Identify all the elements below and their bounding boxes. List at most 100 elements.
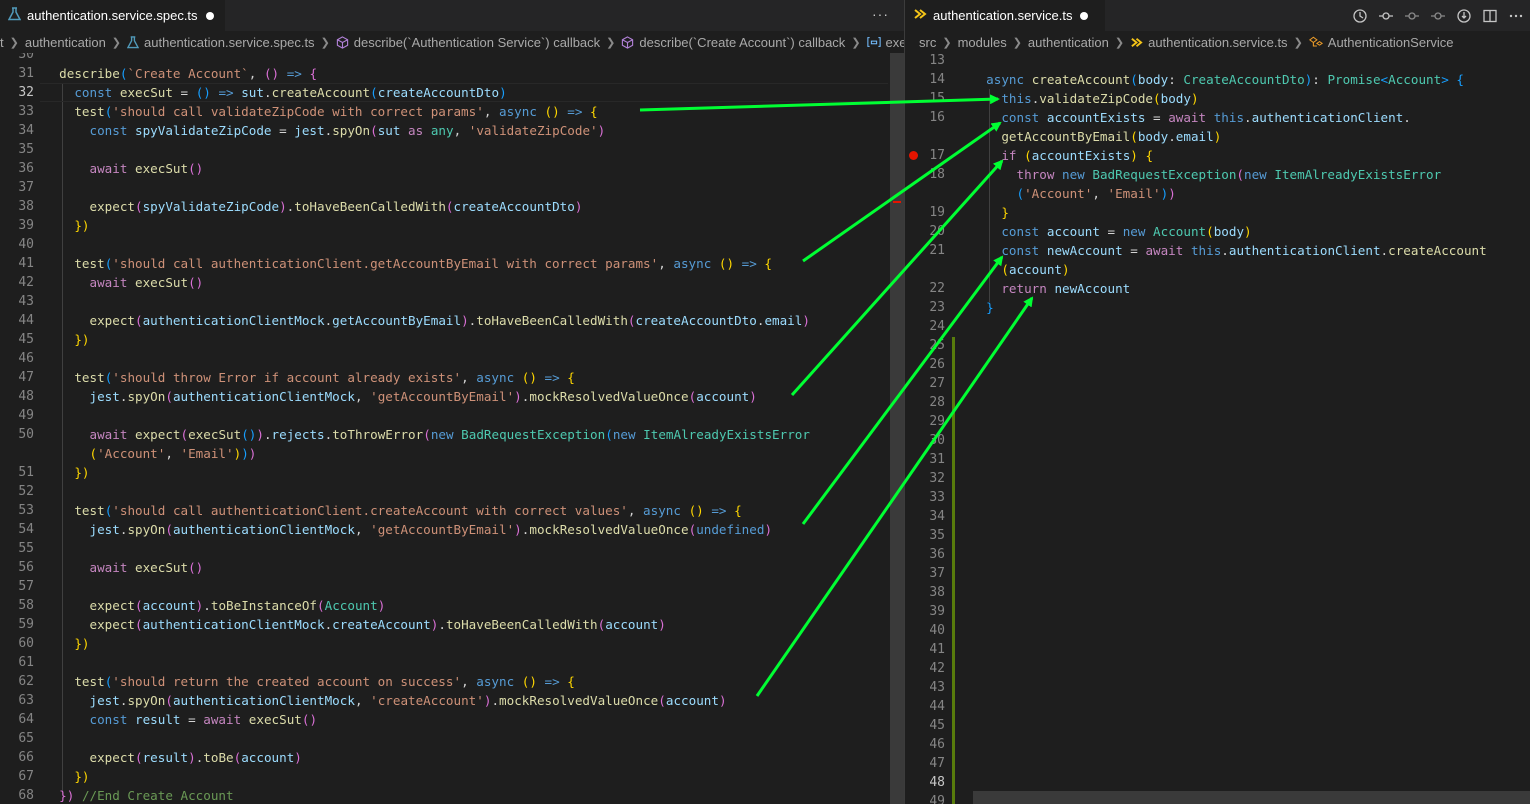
code-line[interactable]: expect(spyValidateZipCode).toHaveBeenCal… (44, 197, 583, 216)
code-token: jest (89, 693, 120, 708)
code-line[interactable]: await execSut() (44, 558, 204, 577)
breadcrumb-item[interactable]: authentication (1028, 35, 1109, 50)
unsaved-dot-icon[interactable] (205, 11, 214, 20)
code-line[interactable]: async createAccount(body: CreateAccountD… (971, 70, 1464, 89)
code-line[interactable]: ('Account', 'Email'))) (44, 444, 257, 463)
tab-authentication-service-spec[interactable]: authentication.service.spec.ts (0, 0, 225, 31)
code-line[interactable]: const execSut = () => sut.createAccount(… (44, 83, 506, 102)
breadcrumb-item[interactable]: modules (958, 35, 1007, 50)
code-line[interactable]: throw new BadRequestException(new ItemAl… (971, 165, 1442, 184)
code-token: ( (370, 123, 378, 138)
line-number: 60 (18, 636, 34, 651)
line-number: 49 (18, 408, 34, 423)
code-line[interactable]: test('should call authenticationClient.g… (44, 254, 772, 273)
code-token: ( (180, 427, 189, 442)
breakpoint-icon[interactable] (909, 151, 918, 160)
split-editor-icon[interactable] (1482, 8, 1498, 24)
code-line[interactable]: jest.spyOn(authenticationClientMock, 'ge… (44, 520, 773, 539)
breadcrumb-item[interactable]: describe(`Create Account`) callback (621, 35, 845, 50)
commit-next-icon[interactable] (1430, 8, 1446, 24)
code-line[interactable]: }) (44, 330, 90, 349)
tab-authentication-service[interactable]: authentication.service.ts (905, 0, 1105, 31)
code-line[interactable]: const result = await execSut() (44, 710, 318, 729)
code-line[interactable]: }) (44, 767, 89, 786)
code-line[interactable]: const newAccount = await this.authentica… (971, 241, 1486, 260)
tab-label: authentication.service.spec.ts (27, 8, 198, 23)
line-number: 43 (929, 680, 945, 695)
code-line[interactable]: jest.spyOn(authenticationClientMock, 'ge… (44, 387, 757, 406)
code-line[interactable]: await execSut() (44, 159, 204, 178)
more-actions-icon[interactable]: ··· (872, 6, 889, 22)
code-line[interactable]: const accountExists = await this.authent… (971, 108, 1411, 127)
code-token: 'Email' (1107, 186, 1161, 201)
code-line[interactable]: ('Account', 'Email')) (971, 184, 1176, 203)
history-icon[interactable] (1352, 8, 1368, 24)
breadcrumb-item[interactable]: src (919, 35, 936, 50)
code-line[interactable]: await execSut() (44, 273, 204, 292)
code-line[interactable]: getAccountByEmail(body.email) (971, 127, 1221, 146)
code-line[interactable]: const spyValidateZipCode = jest.spyOn(su… (44, 121, 606, 140)
breadcrumb-item[interactable]: t (0, 35, 4, 50)
code-token: }) (74, 465, 90, 480)
breadcrumb-item[interactable]: authentication.service.spec.ts (127, 35, 315, 50)
line-number: 34 (18, 123, 34, 138)
code-line[interactable]: expect(account).toBeInstanceOf(Account) (44, 596, 386, 615)
code-line[interactable]: const account = new Account(body) (971, 222, 1251, 241)
horizontal-scrollbar[interactable] (973, 791, 1530, 804)
copilot-icon[interactable] (1456, 8, 1472, 24)
more-actions-icon[interactable] (1508, 8, 1524, 24)
code-line[interactable]: test('should throw Error if account alre… (44, 368, 575, 387)
line-number: 40 (18, 237, 34, 252)
breadcrumb-item[interactable]: describe(`Authentication Service`) callb… (336, 35, 600, 50)
code-token: ) (294, 750, 302, 765)
code-line[interactable]: } (971, 298, 994, 317)
code-line[interactable]: }) (44, 634, 89, 653)
git-added-lines-marker[interactable] (952, 337, 955, 804)
code-line[interactable]: jest.spyOn(authenticationClientMock, 'cr… (44, 691, 727, 710)
code-token: }) (74, 332, 90, 347)
unsaved-dot-icon[interactable] (1080, 11, 1089, 20)
breadcrumb-label: execSut (885, 34, 904, 50)
code-line[interactable]: test('should call validateZipCode with c… (44, 102, 597, 121)
code-line[interactable]: test('should call authenticationClient.c… (44, 501, 742, 520)
git-compare-icon[interactable] (1378, 8, 1394, 24)
code-line[interactable]: describe(`Create Account`, () => { (44, 64, 317, 83)
code-line[interactable]: expect(authenticationClientMock.getAccou… (44, 311, 810, 330)
code-line[interactable]: } (971, 203, 1009, 222)
code-line[interactable]: (account) (971, 260, 1069, 279)
code-token: { (734, 503, 742, 518)
line-number: 40 (929, 623, 945, 638)
code-line[interactable]: }) (44, 216, 89, 235)
code-token: account (1008, 262, 1063, 277)
code-line[interactable]: expect(result).toBe(account) (44, 748, 302, 767)
breadcrumb-item[interactable]: authentication.service.ts (1130, 35, 1288, 50)
code-line[interactable]: }) //End Create Account (44, 786, 233, 804)
code-token: , (354, 522, 371, 537)
code-token: return (1001, 281, 1047, 296)
code-line[interactable]: }) (44, 463, 90, 482)
code-line[interactable]: expect(authenticationClientMock. createAc… (44, 615, 666, 634)
breadcrumb-item[interactable]: execSut (866, 34, 904, 50)
code-line[interactable]: await expect(execSut()).rejects.toThrowE… (44, 425, 810, 444)
code-line[interactable]: return newAccount (971, 279, 1130, 298)
overview-ruler[interactable] (890, 53, 904, 804)
code-token: sut (377, 123, 401, 138)
commit-icon[interactable] (1404, 8, 1420, 24)
code-token: ( (445, 199, 454, 214)
code-token: CreateAccountDto (1183, 72, 1305, 87)
line-number: 37 (18, 180, 34, 195)
code-token: , (461, 674, 477, 689)
code-line[interactable]: if (accountExists) { (971, 146, 1153, 165)
line-number: 23 (929, 300, 945, 315)
code-editor[interactable]: 13 14 15 16 17 18 19 20 21 22 23 24 25 26 27 28 29 30 31 32… (905, 53, 1530, 804)
code-line[interactable]: this.validateZipCode(body) (971, 89, 1198, 108)
breadcrumb-item[interactable]: AuthenticationService (1308, 35, 1454, 50)
code-editor[interactable]: 30 31 32 33 34 35 36 37 38 39 40 41 42 43 44 45 46 47 48 49… (0, 53, 904, 804)
code-line[interactable]: test('should return the created account … (44, 672, 575, 691)
breadcrumb-item[interactable]: authentication (25, 35, 106, 50)
